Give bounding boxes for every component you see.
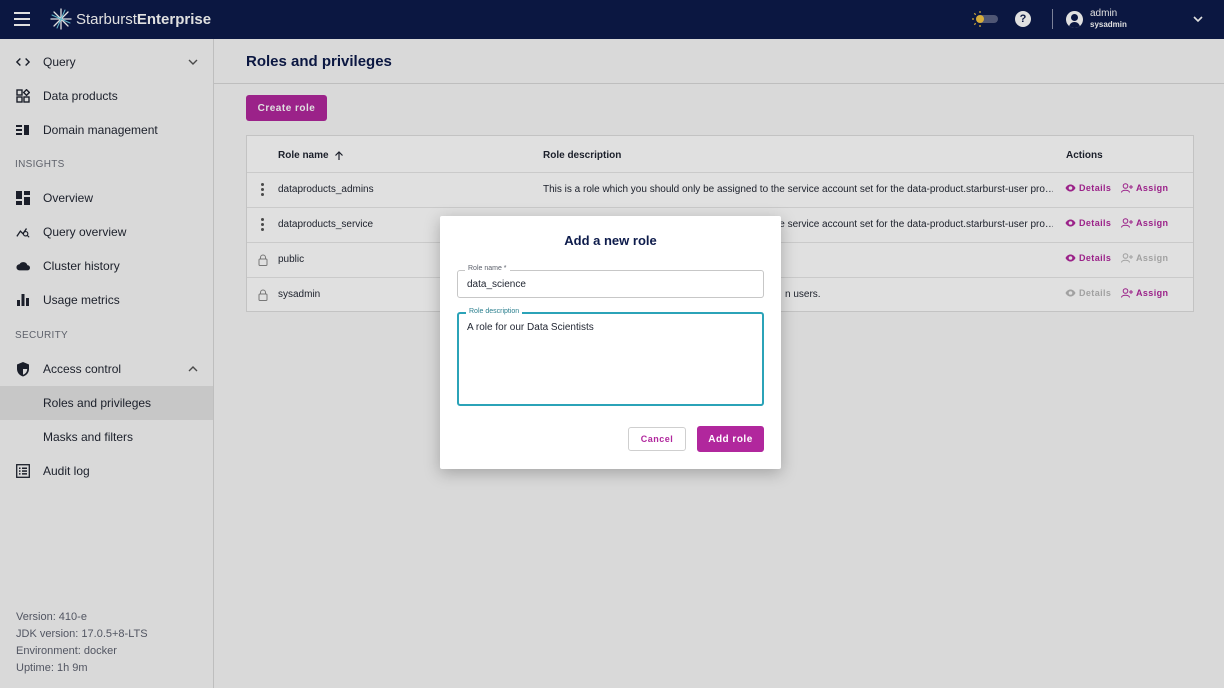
role-name-field[interactable]: Role name * bbox=[457, 265, 764, 298]
role-description-input[interactable]: A role for our Data Scientists bbox=[467, 322, 757, 398]
role-description-field[interactable]: Role description A role for our Data Sci… bbox=[457, 308, 764, 406]
cancel-button[interactable]: Cancel bbox=[628, 427, 686, 451]
role-name-input[interactable] bbox=[467, 279, 757, 290]
role-name-label: Role name * bbox=[465, 265, 510, 272]
add-role-button[interactable]: Add role bbox=[697, 426, 764, 452]
dialog-title: Add a new role bbox=[564, 233, 657, 248]
role-description-label: Role description bbox=[466, 308, 523, 315]
add-role-dialog: Add a new role Role name * Role descript… bbox=[440, 216, 781, 469]
